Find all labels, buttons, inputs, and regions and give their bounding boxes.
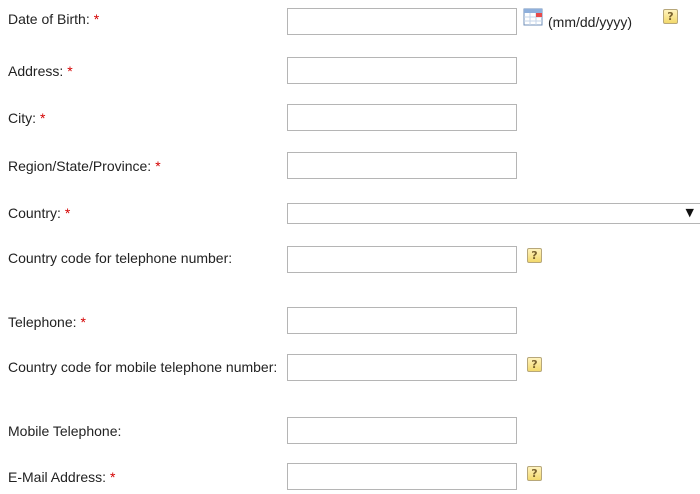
region-required-mark: * <box>155 158 161 174</box>
address-label: Address: * <box>8 61 278 82</box>
address-label-text: Address: <box>8 63 64 79</box>
email-input[interactable] <box>287 463 517 490</box>
telephone-input[interactable] <box>287 307 517 334</box>
dob-label: Date of Birth: * <box>8 9 278 30</box>
dob-help-icon[interactable]: ? <box>663 9 678 24</box>
email-required-mark: * <box>110 469 116 485</box>
country-code-telephone-label: Country code for telephone number: <box>8 248 278 269</box>
region-input[interactable] <box>287 152 517 179</box>
region-label: Region/State/Province: * <box>8 156 278 177</box>
country-code-mobile-help-icon[interactable]: ? <box>527 357 542 372</box>
country-select[interactable]: ▼ <box>287 203 700 224</box>
city-input[interactable] <box>287 104 517 131</box>
mobile-telephone-input[interactable] <box>287 417 517 444</box>
dropdown-arrow-icon[interactable]: ▼ <box>686 206 694 219</box>
email-label: E-Mail Address: * <box>8 467 278 488</box>
country-code-mobile-label: Country code for mobile telephone number… <box>8 357 278 378</box>
country-code-mobile-input[interactable] <box>287 354 517 381</box>
city-label-text: City: <box>8 110 36 126</box>
mobile-telephone-label-text: Mobile Telephone: <box>8 423 122 439</box>
telephone-required-mark: * <box>80 314 86 330</box>
mobile-telephone-label: Mobile Telephone: <box>8 421 278 442</box>
country-required-mark: * <box>64 205 71 221</box>
region-label-text: Region/State/Province: <box>8 158 152 174</box>
email-help-icon[interactable]: ? <box>527 466 542 481</box>
country-code-telephone-label-text: Country code for telephone number: <box>8 250 233 266</box>
telephone-label: Telephone: * <box>8 312 278 333</box>
dob-input[interactable] <box>287 8 517 35</box>
city-required-mark: * <box>40 110 46 126</box>
country-label: Country: * <box>8 203 278 224</box>
address-required-mark: * <box>67 63 73 79</box>
city-label: City: * <box>8 108 278 129</box>
dob-required-mark: * <box>93 11 100 27</box>
dob-format-hint: (mm/dd/yyyy) <box>548 14 632 30</box>
dob-label-text: Date of Birth: <box>8 11 90 27</box>
country-label-text: Country: <box>8 205 61 221</box>
country-code-mobile-label-text: Country code for mobile telephone number… <box>8 359 278 375</box>
country-code-telephone-help-icon[interactable]: ? <box>527 248 542 263</box>
email-label-text: E-Mail Address: <box>8 469 107 485</box>
address-input[interactable] <box>287 57 517 84</box>
country-code-telephone-input[interactable] <box>287 246 517 273</box>
telephone-label-text: Telephone: <box>8 314 77 330</box>
calendar-icon[interactable] <box>523 8 543 26</box>
